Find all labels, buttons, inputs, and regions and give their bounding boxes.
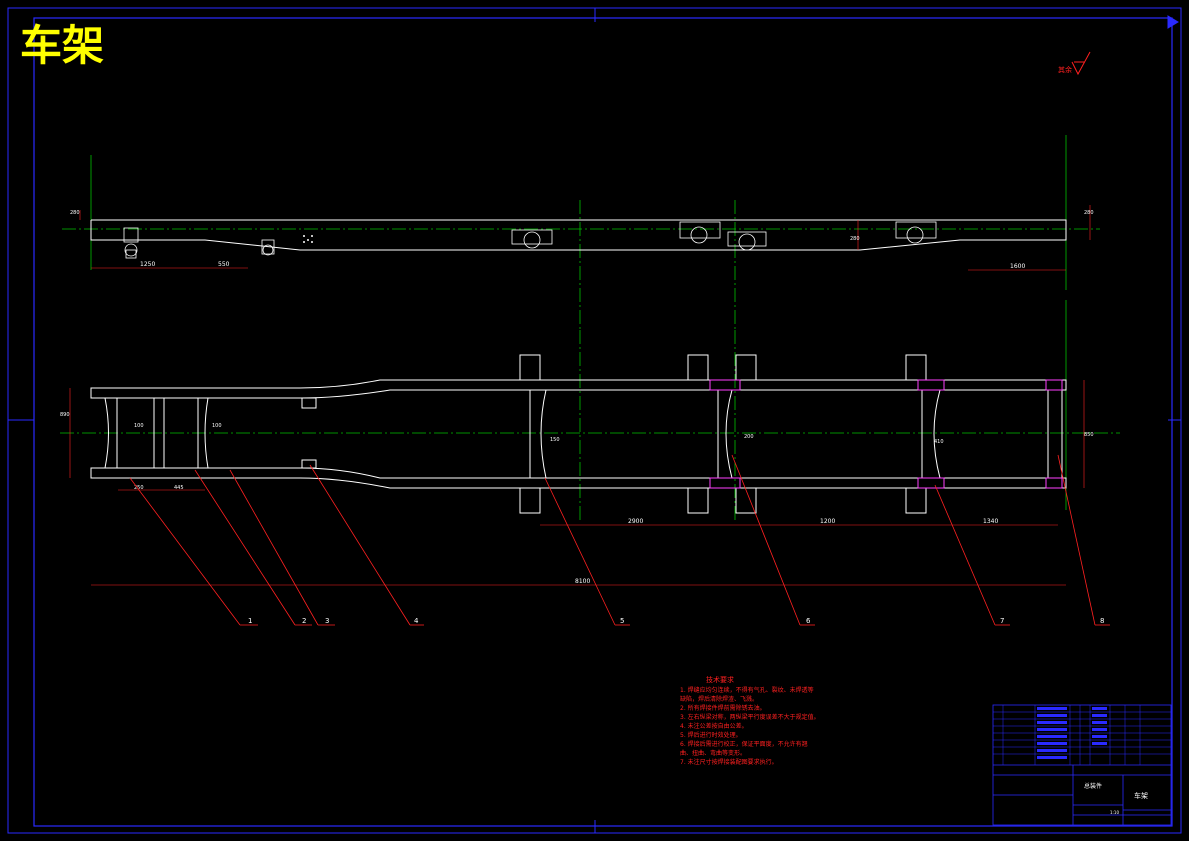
dim-plan-span-1: 2900 <box>628 518 643 525</box>
dim-plan-g: 410 <box>934 439 944 445</box>
tech-note-line: 缺陷，焊后清除焊渣、飞溅。 <box>680 695 758 703</box>
title-block <box>992 704 1172 826</box>
dim-plan-width-left: 890 <box>60 412 70 418</box>
svg-text:其余: 其余 <box>1058 65 1072 74</box>
part-label-5: 5 <box>620 617 624 625</box>
tech-note-line: 3. 左右纵梁对称，两纵梁平行度误差不大于规定值。 <box>680 713 820 721</box>
part-label-8: 8 <box>1100 617 1104 625</box>
dim-plan-span-3: 1340 <box>983 518 998 525</box>
title-block-scale: 1:10 <box>1110 810 1119 815</box>
part-label-7: 7 <box>1000 617 1004 625</box>
dim-side-left-2: 550 <box>218 261 230 268</box>
tech-note-line: 5. 焊后进行时效处理。 <box>680 731 742 739</box>
title-block-assembly: 总装件 <box>1084 782 1102 790</box>
dim-plan-f: 200 <box>744 434 754 440</box>
outer-border <box>7 7 1182 834</box>
tech-note-line: 曲、扭曲、弯曲等变形。 <box>680 749 746 757</box>
roughness-mark: 其余 <box>1058 51 1091 76</box>
plan-view: 8100 2900 1200 1340 250 445 100 100 150 … <box>60 300 1120 626</box>
dim-side-right: 1600 <box>1010 263 1025 270</box>
dim-plan-d: 100 <box>212 423 222 429</box>
dim-plan-width-right: 850 <box>1084 432 1094 438</box>
drawing-title: 车架 <box>20 21 104 70</box>
dim-plan-overall: 8100 <box>575 578 590 585</box>
cad-drawing: 车架 其余 1250 550 1600 280 280 280 8100 290… <box>7 7 1182 834</box>
part-label-1: 1 <box>248 617 252 625</box>
part-label-4: 4 <box>414 617 419 625</box>
tech-notes: 技术要求 1. 焊缝应均匀连续，不得有气孔、裂纹、未焊透等 缺陷，焊后清除焊渣、… <box>680 675 820 766</box>
part-label-6: 6 <box>806 617 811 625</box>
parts-list <box>993 705 1171 765</box>
tech-note-line: 1. 焊缝应均匀连续，不得有气孔、裂纹、未焊透等 <box>680 686 814 694</box>
tech-note-line: 7. 未注尺寸按焊接装配图要求执行。 <box>680 758 778 766</box>
part-label-2: 2 <box>302 617 306 625</box>
tech-note-line: 6. 焊接后需进行校正，保证平面度，不允许有翘 <box>680 740 808 748</box>
dim-plan-c: 100 <box>134 423 144 429</box>
dim-plan-b: 445 <box>174 485 184 491</box>
dim-side-height-mid: 280 <box>850 236 860 242</box>
center-marks <box>8 8 1181 833</box>
side-view: 1250 550 1600 280 280 280 <box>62 135 1100 330</box>
dim-side-height-right: 280 <box>1084 210 1094 216</box>
dim-plan-span-2: 1200 <box>820 518 835 525</box>
tech-note-line: 4. 未注公差按自由公差。 <box>680 722 748 730</box>
tech-notes-heading: 技术要求 <box>706 675 734 684</box>
dim-side-left-1: 1250 <box>140 261 155 268</box>
dim-side-height-left: 280 <box>70 210 80 216</box>
tech-note-line: 2. 所有焊接件焊前需除锈去油。 <box>680 704 766 712</box>
dim-plan-e: 150 <box>550 437 560 443</box>
title-block-drawing-name: 车架 <box>1134 791 1148 800</box>
part-label-3: 3 <box>325 617 329 625</box>
